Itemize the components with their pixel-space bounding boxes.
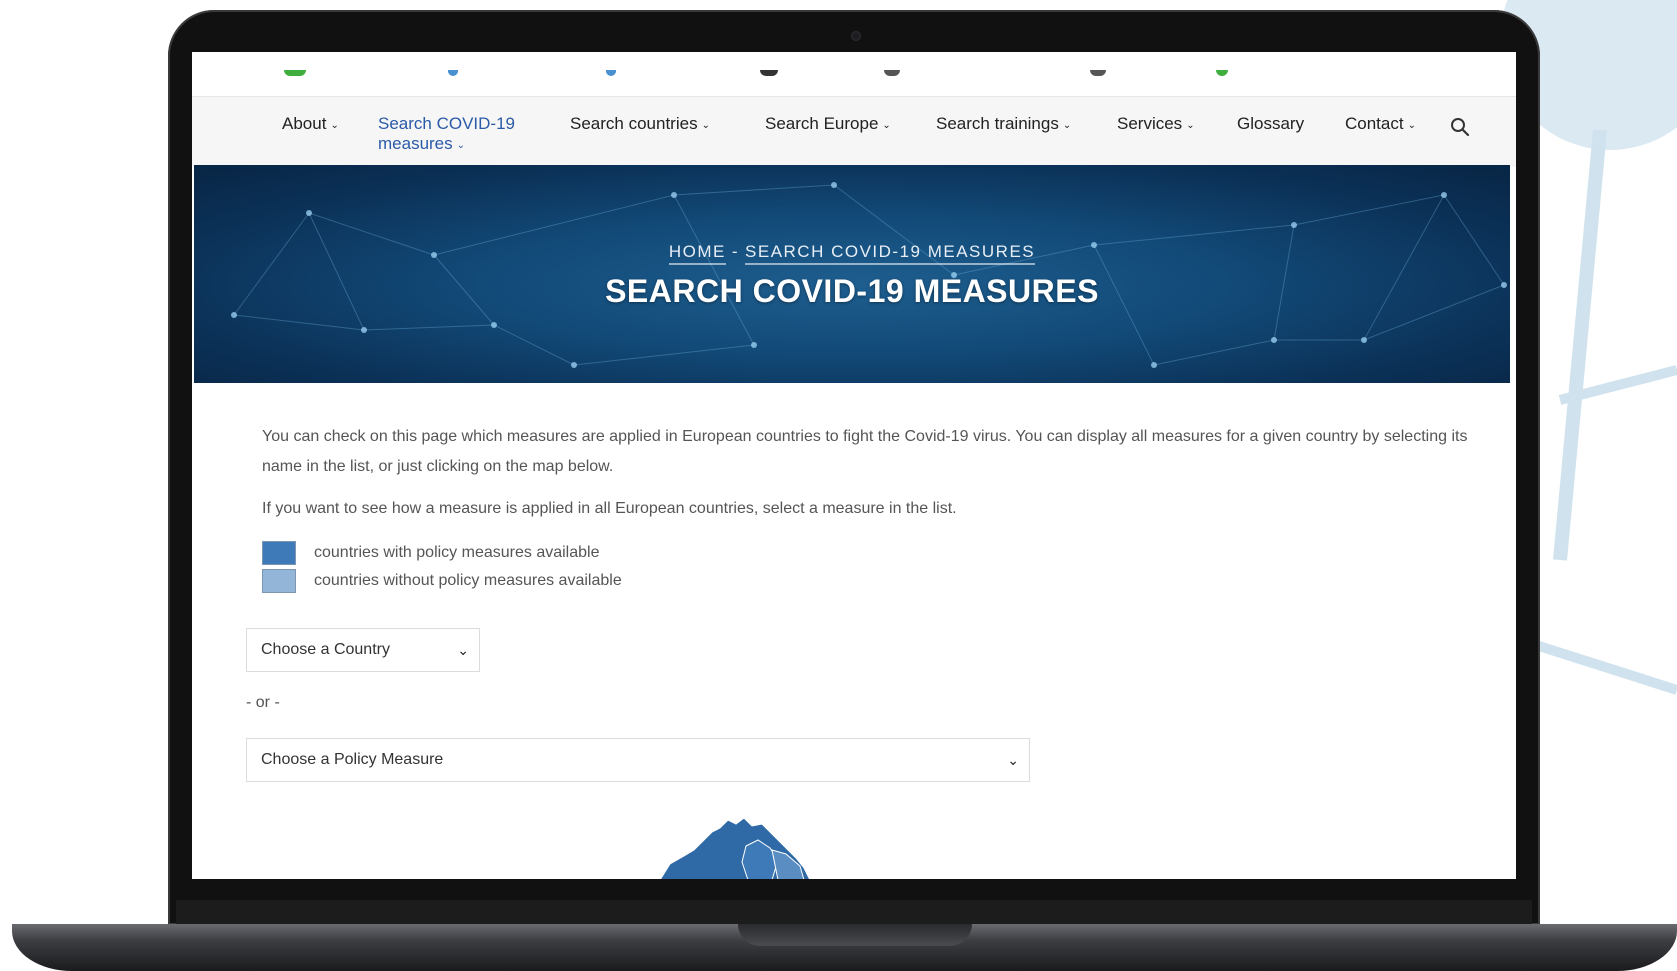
nav-search-trainings-label: Search trainings xyxy=(936,114,1059,133)
or-separator: - or - xyxy=(246,694,280,711)
breadcrumb-current: SEARCH COVID-19 MEASURES xyxy=(745,242,1036,265)
nav-search-europe[interactable]: Search Europe ⌄ xyxy=(765,114,891,137)
partner-logo[interactable] xyxy=(1216,70,1228,76)
laptop-hinge-notch xyxy=(738,924,972,946)
chevron-down-icon: ⌄ xyxy=(882,120,891,131)
search-button[interactable] xyxy=(1449,116,1471,138)
chevron-down-icon: ⌄ xyxy=(1007,752,1019,768)
nav-search-europe-label: Search Europe xyxy=(765,114,879,133)
page-title: SEARCH COVID-19 MEASURES xyxy=(605,273,1099,309)
nav-search-covid-label: Search COVID-19 xyxy=(378,114,515,133)
chevron-down-icon: ⌄ xyxy=(701,120,710,131)
webcam-icon xyxy=(851,31,861,41)
country-select-value: Choose a Country xyxy=(261,641,390,658)
nav-about[interactable]: About ⌄ xyxy=(282,114,339,137)
legend-swatch-with-measures xyxy=(262,541,296,565)
nav-search-covid-measures[interactable]: Search COVID-19 measures ⌄ xyxy=(378,114,515,157)
nav-search-covid-label-line2: measures xyxy=(378,134,453,153)
chevron-down-icon: ⌄ xyxy=(457,642,469,658)
europe-map[interactable] xyxy=(654,810,814,879)
chevron-down-icon: ⌄ xyxy=(330,120,339,131)
partner-logo[interactable] xyxy=(1090,70,1106,76)
chevron-down-icon: ⌄ xyxy=(1062,120,1072,131)
nav-search-trainings[interactable]: Search trainings ⌄ xyxy=(936,114,1071,137)
nav-glossary[interactable]: Glossary xyxy=(1237,114,1304,134)
policy-measure-select[interactable]: Choose a Policy Measure ⌄ xyxy=(246,738,1030,782)
breadcrumb-separator: - xyxy=(731,242,740,261)
nav-about-label: About xyxy=(282,114,327,133)
nav-services[interactable]: Services ⌄ xyxy=(1117,114,1195,137)
intro-paragraph: You can check on this page which measure… xyxy=(262,428,1468,475)
legend-item-without-measures: countries without policy measures availa… xyxy=(262,568,622,594)
partner-logo[interactable] xyxy=(884,70,900,76)
nav-search-countries[interactable]: Search countries ⌄ xyxy=(570,114,710,137)
chevron-down-icon: ⌄ xyxy=(456,140,466,151)
partner-logo[interactable] xyxy=(606,70,616,76)
country-select[interactable]: Choose a Country ⌄ xyxy=(246,628,480,672)
chevron-down-icon: ⌄ xyxy=(1407,120,1416,131)
breadcrumb-home-link[interactable]: HOME xyxy=(668,242,726,265)
legend-swatch-without-measures xyxy=(262,569,296,593)
nav-services-label: Services xyxy=(1117,114,1183,133)
legend-item-with-measures: countries with policy measures available xyxy=(262,540,599,566)
nav-contact-label: Contact xyxy=(1345,114,1404,133)
nav-glossary-label: Glossary xyxy=(1237,114,1305,133)
legend-label-without-measures: countries without policy measures availa… xyxy=(314,572,622,589)
breadcrumb: HOME - SEARCH COVID-19 MEASURES xyxy=(194,242,1510,265)
nav-search-countries-label: Search countries xyxy=(570,114,698,133)
partner-logo[interactable] xyxy=(284,70,306,76)
legend-label-with-measures: countries with policy measures available xyxy=(314,544,600,561)
measure-instructions: If you want to see how a measure is appl… xyxy=(262,500,957,517)
partner-logo[interactable] xyxy=(448,70,458,76)
browser-viewport: About ⌄ Search COVID-19 measures ⌄ Search … xyxy=(192,52,1516,879)
chevron-down-icon: ⌄ xyxy=(1186,120,1195,131)
search-icon xyxy=(1451,118,1470,137)
partner-logo[interactable] xyxy=(760,70,778,76)
partner-logo-strip xyxy=(192,52,1516,96)
laptop-bottom-bezel xyxy=(176,900,1532,926)
nav-contact[interactable]: Contact ⌄ xyxy=(1345,114,1416,137)
policy-measure-select-value: Choose a Policy Measure xyxy=(261,751,444,768)
hero-banner: HOME - SEARCH COVID-19 MEASURES SEARCH COV… xyxy=(194,165,1510,383)
